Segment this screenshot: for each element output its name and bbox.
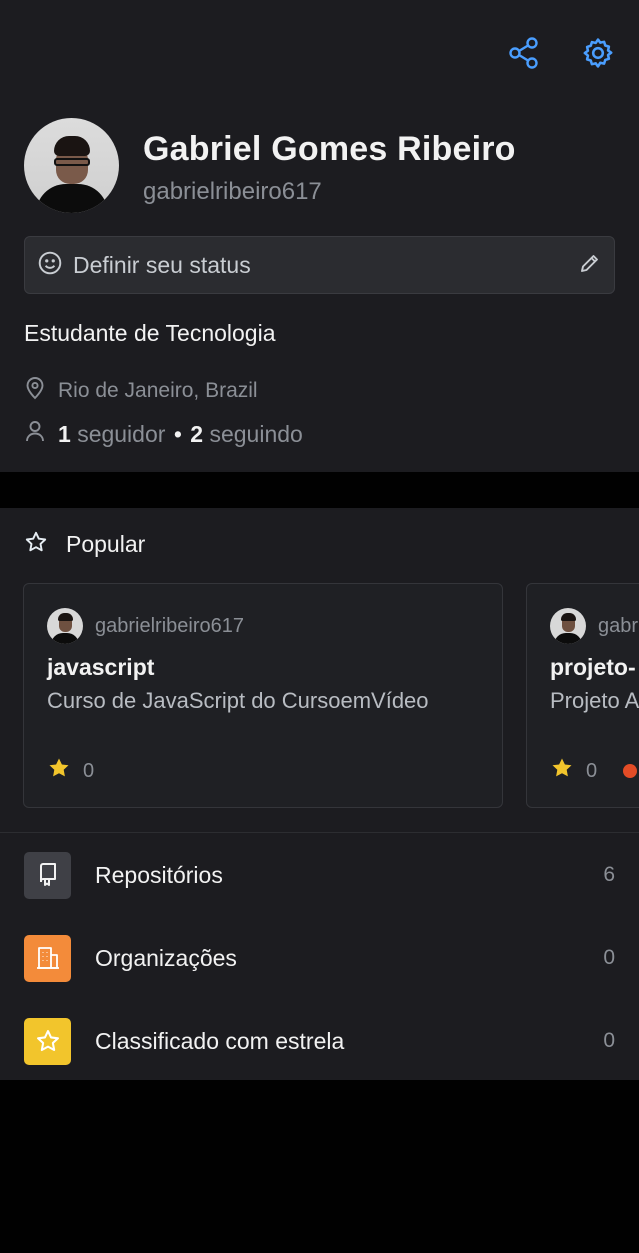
- person-icon: [24, 419, 46, 449]
- language-color-dot: [623, 764, 638, 778]
- popular-section: Popular gabrielribeiro617 javascript Cur…: [0, 508, 639, 832]
- menu-item-count: 0: [603, 1029, 615, 1052]
- card-repo-name: javascript: [47, 654, 155, 680]
- top-actions: [507, 34, 615, 72]
- following-count: 2: [190, 420, 204, 447]
- status-label: Definir seu status: [73, 251, 251, 278]
- menu-item-repositories[interactable]: Repositórios 6: [24, 851, 615, 899]
- popular-header: Popular: [24, 530, 145, 559]
- avatar: [47, 608, 83, 644]
- profile-screen: Gabriel Gomes Ribeiro gabrielribeiro617 …: [0, 0, 639, 1253]
- card-owner: gabrielribeiro617: [47, 608, 244, 644]
- menu-item-label: Organizações: [95, 944, 237, 971]
- followers-label: seguidor: [77, 420, 166, 447]
- card-owner-name: gabr: [598, 614, 639, 637]
- repo-card[interactable]: gabrielribeiro617 javascript Curso de Ja…: [23, 583, 503, 808]
- profile-menu: Repositórios 6 Organizações 0 Classifica…: [0, 832, 639, 1080]
- card-description: Projeto A: [550, 688, 639, 713]
- star-filled-icon: [47, 756, 71, 786]
- smiley-icon: [37, 250, 63, 281]
- follow-separator: •: [173, 420, 182, 447]
- profile-follow-counts[interactable]: 1 seguidor • 2 seguindo: [24, 419, 303, 449]
- star-icon: [24, 1017, 71, 1065]
- star-outline-icon: [24, 530, 48, 559]
- share-icon[interactable]: [507, 34, 541, 72]
- organization-icon: [24, 934, 71, 982]
- profile-name: Gabriel Gomes Ribeiro: [143, 130, 516, 168]
- gear-icon[interactable]: [581, 34, 615, 72]
- followers-count: 1: [58, 420, 71, 447]
- menu-item-starred[interactable]: Classificado com estrela 0: [24, 1017, 615, 1065]
- menu-item-label: Classificado com estrela: [95, 1027, 345, 1054]
- menu-item-count: 6: [603, 863, 615, 886]
- location-pin-icon: [24, 376, 46, 406]
- popular-title: Popular: [66, 531, 146, 557]
- location-text: Rio de Janeiro, Brazil: [58, 379, 258, 402]
- profile-login: gabrielribeiro617: [143, 178, 322, 205]
- pencil-icon[interactable]: [578, 251, 602, 280]
- card-description: Curso de JavaScript do CursoemVídeo: [47, 688, 429, 713]
- repo-icon: [24, 851, 71, 899]
- profile-header: Gabriel Gomes Ribeiro gabrielribeiro617 …: [0, 0, 639, 472]
- avatar: [550, 608, 586, 644]
- menu-item-organizations[interactable]: Organizações 0: [24, 934, 615, 982]
- card-stats: 0: [550, 756, 638, 786]
- menu-item-count: 0: [603, 946, 615, 969]
- following-label: seguindo: [209, 420, 303, 447]
- avatar: [24, 118, 119, 213]
- repo-card[interactable]: gabr projeto- Projeto A 0: [526, 583, 639, 808]
- card-stats: 0: [47, 756, 94, 786]
- card-star-count: 0: [83, 759, 95, 782]
- card-owner: gabr: [550, 608, 638, 644]
- star-filled-icon: [550, 756, 574, 786]
- profile-location: Rio de Janeiro, Brazil: [24, 376, 258, 406]
- card-star-count: 0: [586, 759, 598, 782]
- card-repo-name: projeto-: [550, 654, 636, 680]
- menu-item-label: Repositórios: [95, 861, 223, 888]
- card-owner-name: gabrielribeiro617: [95, 614, 244, 637]
- status-button[interactable]: Definir seu status: [24, 236, 615, 294]
- profile-bio: Estudante de Tecnologia: [24, 320, 276, 346]
